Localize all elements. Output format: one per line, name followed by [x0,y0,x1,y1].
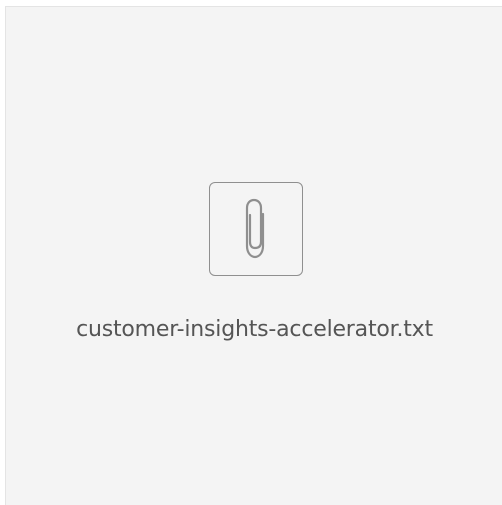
paperclip-icon [238,196,274,262]
attachment-preview[interactable]: customer-insights-accelerator.txt [5,6,502,505]
attachment-icon-frame [209,182,303,276]
attachment-file-name[interactable]: customer-insights-accelerator.txt [6,317,502,342]
